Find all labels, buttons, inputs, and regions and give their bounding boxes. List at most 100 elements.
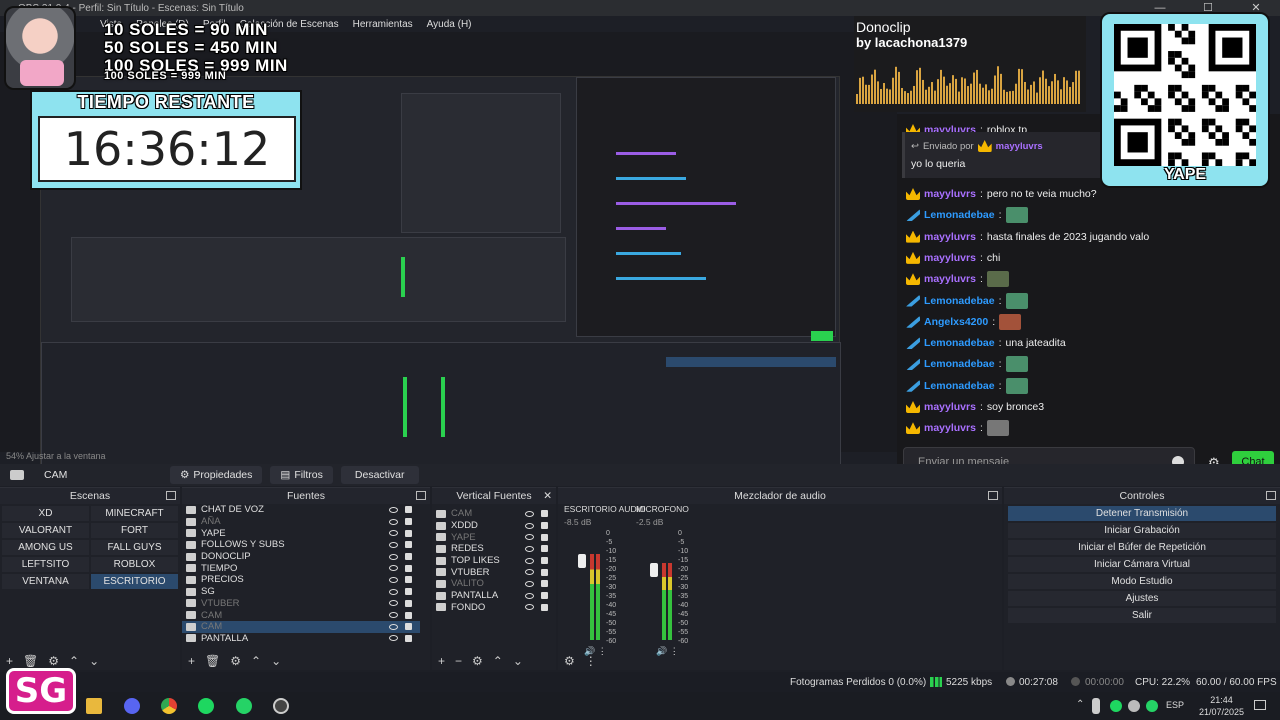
chat-username[interactable]: mayyluvrs <box>924 252 976 264</box>
source-row[interactable]: VALITO <box>432 578 556 590</box>
lock-icon[interactable] <box>541 510 548 518</box>
lock-icon[interactable] <box>541 592 548 600</box>
control-button[interactable]: Salir <box>1008 608 1276 623</box>
scene-item[interactable]: VALORANT <box>2 523 89 538</box>
properties-button[interactable]: ⚙ Propiedades <box>170 466 263 484</box>
whatsapp-icon[interactable] <box>236 698 252 714</box>
gear-icon[interactable]: ⚙ <box>564 654 575 668</box>
spotify-tray-icon[interactable] <box>1110 700 1122 712</box>
scene-item[interactable]: FORT <box>91 523 178 538</box>
lock-icon[interactable] <box>405 599 412 607</box>
source-row[interactable]: PANTALLA <box>432 590 556 602</box>
visibility-eye-icon[interactable] <box>389 612 398 619</box>
source-row[interactable]: YAPE <box>182 527 420 539</box>
chat-username[interactable]: Lemonadebae <box>924 380 995 392</box>
language-indicator[interactable]: ESP <box>1166 700 1184 710</box>
volume-fader[interactable] <box>578 554 586 568</box>
visibility-eye-icon[interactable] <box>389 506 398 513</box>
visibility-eye-icon[interactable] <box>525 534 534 541</box>
chat-username[interactable]: mayyluvrs <box>924 188 976 200</box>
lock-icon[interactable] <box>541 545 548 553</box>
down-icon[interactable]: ⌄ <box>513 654 523 668</box>
menu-ayuda[interactable]: Ayuda (H) <box>427 19 472 30</box>
source-row[interactable]: DONOCLIP <box>182 551 420 563</box>
visibility-eye-icon[interactable] <box>525 522 534 529</box>
gear-icon[interactable]: ⚙ <box>48 654 59 668</box>
zoom-indicator[interactable]: 54% Ajustar a la ventana <box>6 451 106 461</box>
scene-item[interactable]: MINECRAFT <box>91 506 178 521</box>
source-row[interactable]: SG <box>182 586 420 598</box>
system-clock[interactable]: 21:44 21/07/2025 <box>1199 694 1244 718</box>
gear-icon[interactable]: ⚙ <box>472 654 483 668</box>
visibility-eye-icon[interactable] <box>389 635 398 642</box>
gear-icon[interactable]: ⚙ <box>230 654 241 668</box>
source-row[interactable]: PRECIOS <box>182 574 420 586</box>
reply-user[interactable]: mayyluvrs <box>996 141 1043 152</box>
source-row[interactable]: FONDO <box>432 602 556 614</box>
spotify-icon[interactable] <box>198 698 214 714</box>
source-row[interactable]: TOP LIKES <box>432 555 556 567</box>
source-row[interactable]: PANTALLA <box>182 633 420 645</box>
visibility-eye-icon[interactable] <box>525 545 534 552</box>
chat-username[interactable]: mayyluvrs <box>924 401 976 413</box>
scene-item[interactable]: VENTANA <box>2 574 89 589</box>
scene-item[interactable]: AMONG US <box>2 540 89 555</box>
notification-icon[interactable] <box>1254 700 1266 710</box>
lock-icon[interactable] <box>405 634 412 642</box>
visibility-eye-icon[interactable] <box>389 553 398 560</box>
source-row[interactable]: VTUBER <box>182 598 420 610</box>
undock-icon[interactable] <box>416 491 426 500</box>
source-row[interactable]: CHAT DE VOZ <box>182 504 420 516</box>
control-button[interactable]: Modo Estudio <box>1008 574 1276 589</box>
undock-icon[interactable] <box>1266 491 1276 500</box>
chat-username[interactable]: Angelxs4200 <box>924 316 988 328</box>
discord-icon[interactable] <box>124 698 140 714</box>
visibility-eye-icon[interactable] <box>525 557 534 564</box>
visibility-eye-icon[interactable] <box>389 530 398 537</box>
menu-dots-icon[interactable]: ⋮ <box>585 654 597 668</box>
volume-fader[interactable] <box>650 563 658 577</box>
source-row[interactable]: FOLLOWS Y SUBS <box>182 539 420 551</box>
trash-icon[interactable]: 🗑 <box>205 654 220 668</box>
control-button[interactable]: Ajustes <box>1008 591 1276 606</box>
up-icon[interactable]: ⌃ <box>493 654 503 668</box>
add-icon[interactable]: + <box>438 654 445 668</box>
source-row[interactable]: YAPE <box>432 531 556 543</box>
file-explorer-icon[interactable] <box>86 698 102 714</box>
control-button[interactable]: Iniciar Cámara Virtual <box>1008 557 1276 572</box>
down-icon[interactable]: ⌄ <box>89 654 99 668</box>
visibility-eye-icon[interactable] <box>389 600 398 607</box>
remove-icon[interactable]: − <box>455 654 462 668</box>
visibility-eye-icon[interactable] <box>525 604 534 611</box>
control-button[interactable]: Detener Transmisión <box>1008 506 1276 521</box>
lock-icon[interactable] <box>541 533 548 541</box>
undock-icon[interactable] <box>166 491 176 500</box>
visibility-eye-icon[interactable] <box>525 510 534 517</box>
source-row[interactable]: CAM <box>432 508 556 520</box>
add-icon[interactable]: + <box>188 654 195 668</box>
up-icon[interactable]: ⌃ <box>69 654 79 668</box>
control-button[interactable]: Iniciar Grabación <box>1008 523 1276 538</box>
chat-username[interactable]: mayyluvrs <box>924 422 976 434</box>
chat-username[interactable]: Lemonadebae <box>924 358 995 370</box>
source-row[interactable]: CAM <box>182 620 420 633</box>
lock-icon[interactable] <box>541 557 548 565</box>
source-row[interactable]: AÑA <box>182 516 420 528</box>
lock-icon[interactable] <box>405 576 412 584</box>
lock-icon[interactable] <box>405 541 412 549</box>
menu-herramientas[interactable]: Herramientas <box>353 19 413 30</box>
chrome-icon[interactable] <box>161 698 177 714</box>
deactivate-button[interactable]: Desactivar <box>340 466 419 484</box>
chat-username[interactable]: mayyluvrs <box>924 231 976 243</box>
tray-chevron-icon[interactable]: ⌃ <box>1076 699 1084 710</box>
down-icon[interactable]: ⌄ <box>271 654 281 668</box>
scene-item[interactable]: LEFTSITO <box>2 557 89 572</box>
scene-item[interactable]: XD <box>2 506 89 521</box>
source-row[interactable]: TIEMPO <box>182 562 420 574</box>
visibility-eye-icon[interactable] <box>389 576 398 583</box>
chat-username[interactable]: Lemonadebae <box>924 337 995 349</box>
visibility-eye-icon[interactable] <box>525 592 534 599</box>
close-icon[interactable]: ✕ <box>543 488 552 504</box>
scene-item[interactable]: ESCRITORIO <box>91 574 178 589</box>
visibility-eye-icon[interactable] <box>525 569 534 576</box>
